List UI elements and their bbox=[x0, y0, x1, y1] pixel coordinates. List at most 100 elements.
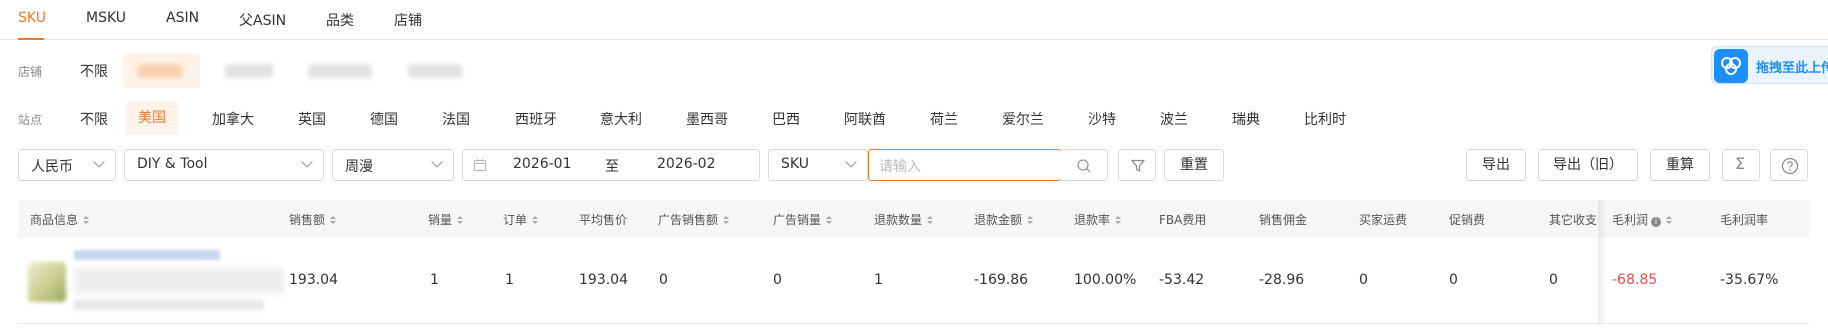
export-old-button[interactable]: 导出（旧） bbox=[1538, 149, 1638, 181]
category-value: DIY & Tool bbox=[137, 156, 208, 172]
sum-button[interactable]: Σ bbox=[1722, 149, 1760, 181]
currency-value: 人民币 bbox=[31, 159, 73, 175]
col-header: 平均售价 bbox=[579, 213, 628, 227]
reset-button[interactable]: 重置 bbox=[1164, 149, 1224, 181]
table-row[interactable]: 193.04 1 1 193.04 0 0 1 -169.86 100.00% … bbox=[18, 238, 1810, 324]
cell-fba-fee: -53.42 bbox=[1159, 272, 1205, 288]
sort-icon[interactable] bbox=[1666, 216, 1673, 225]
site-option-be[interactable]: 比利时 bbox=[1304, 109, 1346, 129]
search-field-select[interactable]: SKU bbox=[768, 149, 868, 181]
store-option-redacted[interactable] bbox=[225, 64, 273, 78]
site-option-mx[interactable]: 墨西哥 bbox=[686, 109, 728, 129]
col-header[interactable]: 订单 bbox=[503, 211, 539, 228]
col-header[interactable]: 销量 bbox=[428, 211, 464, 228]
cell-avg-price: 193.04 bbox=[579, 272, 628, 288]
search-input[interactable]: 请输入 bbox=[868, 149, 1061, 181]
cell-sales: 193.04 bbox=[289, 272, 338, 288]
site-option-pl[interactable]: 波兰 bbox=[1160, 109, 1188, 129]
col-header[interactable]: 商品信息 bbox=[30, 211, 90, 228]
store-option-redacted[interactable] bbox=[138, 64, 182, 78]
col-header: 促销费 bbox=[1449, 213, 1486, 227]
category-select[interactable]: DIY & Tool bbox=[124, 149, 324, 181]
upload-widget[interactable]: 拖拽至此上传 bbox=[1711, 46, 1828, 84]
sort-icon[interactable] bbox=[1027, 216, 1034, 225]
cell-units: 1 bbox=[430, 272, 439, 288]
tab-store[interactable]: 店铺 bbox=[394, 10, 422, 30]
product-detail-redacted bbox=[74, 268, 284, 294]
info-icon[interactable]: i bbox=[1651, 217, 1662, 227]
chevron-down-icon bbox=[431, 156, 443, 168]
tab-msku[interactable]: MSKU bbox=[86, 10, 126, 26]
site-option-ie[interactable]: 爱尔兰 bbox=[1002, 109, 1044, 129]
store-option-any[interactable]: 不限 bbox=[80, 61, 108, 81]
site-option-sa[interactable]: 沙特 bbox=[1088, 109, 1116, 129]
site-option-ca[interactable]: 加拿大 bbox=[212, 109, 254, 129]
site-option-br[interactable]: 巴西 bbox=[772, 109, 800, 129]
col-header[interactable]: 广告销量 bbox=[773, 211, 833, 228]
view-tabs: SKU MSKU ASIN 父ASIN 品类 店铺 bbox=[0, 0, 1828, 40]
product-thumbnail[interactable] bbox=[28, 262, 66, 302]
col-header[interactable]: 广告销售额 bbox=[658, 211, 730, 228]
cell-orders: 1 bbox=[505, 272, 514, 288]
sort-icon[interactable] bbox=[83, 216, 90, 225]
cell-buyer-shipping: 0 bbox=[1359, 272, 1368, 288]
col-header: 毛利润率 bbox=[1720, 213, 1769, 227]
col-header[interactable]: 退款数量 bbox=[874, 211, 934, 228]
tab-parent-asin[interactable]: 父ASIN bbox=[239, 10, 286, 30]
upload-label: 拖拽至此上传 bbox=[1756, 61, 1828, 76]
site-option-es[interactable]: 西班牙 bbox=[515, 109, 557, 129]
site-option-de[interactable]: 德国 bbox=[370, 109, 398, 129]
sort-icon[interactable] bbox=[1115, 216, 1122, 225]
col-header[interactable]: 退款金额 bbox=[974, 211, 1034, 228]
date-end[interactable]: 2026-02 bbox=[657, 156, 716, 172]
col-header: 销售佣金 bbox=[1259, 213, 1308, 227]
store-option-redacted[interactable] bbox=[408, 64, 462, 78]
recalculate-button[interactable]: 重算 bbox=[1650, 149, 1710, 181]
product-meta-redacted bbox=[74, 300, 264, 310]
cell-gross-margin: -35.67% bbox=[1720, 272, 1779, 288]
date-separator: 至 bbox=[605, 159, 619, 175]
date-range-picker[interactable]: 2026-01 至 2026-02 bbox=[462, 149, 760, 181]
store-filter-label: 店铺 bbox=[18, 65, 43, 79]
sigma-icon: Σ bbox=[1735, 154, 1746, 173]
period-type-select[interactable]: 周漫 bbox=[332, 149, 454, 181]
active-tab-indicator bbox=[18, 38, 44, 40]
search-button[interactable] bbox=[1060, 149, 1108, 181]
fixed-column-shadow bbox=[1598, 200, 1606, 324]
calendar-icon bbox=[474, 159, 486, 171]
site-option-it[interactable]: 意大利 bbox=[600, 109, 642, 129]
site-option-nl[interactable]: 荷兰 bbox=[930, 109, 958, 129]
sort-icon[interactable] bbox=[532, 216, 539, 225]
col-header: 买家运费 bbox=[1359, 213, 1408, 227]
col-header[interactable]: 毛利润 i bbox=[1612, 211, 1673, 228]
product-name-redacted[interactable] bbox=[74, 250, 220, 260]
site-option-ae[interactable]: 阿联酋 bbox=[844, 109, 886, 129]
export-button[interactable]: 导出 bbox=[1466, 149, 1526, 181]
sort-icon[interactable] bbox=[826, 216, 833, 225]
sort-icon[interactable] bbox=[330, 216, 337, 225]
store-option-redacted[interactable] bbox=[308, 64, 372, 78]
site-option-se[interactable]: 瑞典 bbox=[1232, 109, 1260, 129]
sort-icon[interactable] bbox=[927, 216, 934, 225]
help-button[interactable] bbox=[1770, 149, 1808, 181]
site-option-uk[interactable]: 英国 bbox=[298, 109, 326, 129]
date-start[interactable]: 2026-01 bbox=[513, 156, 572, 172]
sort-icon[interactable] bbox=[723, 216, 730, 225]
site-option-us[interactable]: 美国 bbox=[126, 101, 178, 135]
search-field-value: SKU bbox=[781, 156, 809, 172]
site-filter-label: 站点 bbox=[18, 113, 43, 127]
site-option-any[interactable]: 不限 bbox=[80, 109, 108, 129]
chevron-down-icon bbox=[301, 156, 313, 168]
col-header[interactable]: 销售额 bbox=[289, 211, 337, 228]
tab-sku[interactable]: SKU bbox=[18, 10, 46, 26]
cloud-icon bbox=[1714, 49, 1748, 83]
period-type-value: 周漫 bbox=[345, 159, 373, 175]
currency-select[interactable]: 人民币 bbox=[18, 149, 116, 181]
tab-category[interactable]: 品类 bbox=[326, 10, 354, 30]
site-option-fr[interactable]: 法国 bbox=[442, 109, 470, 129]
cell-refund-qty: 1 bbox=[874, 272, 883, 288]
sort-icon[interactable] bbox=[457, 216, 464, 225]
filter-button[interactable] bbox=[1118, 149, 1156, 181]
tab-asin[interactable]: ASIN bbox=[166, 10, 199, 26]
col-header[interactable]: 退款率 bbox=[1074, 211, 1122, 228]
